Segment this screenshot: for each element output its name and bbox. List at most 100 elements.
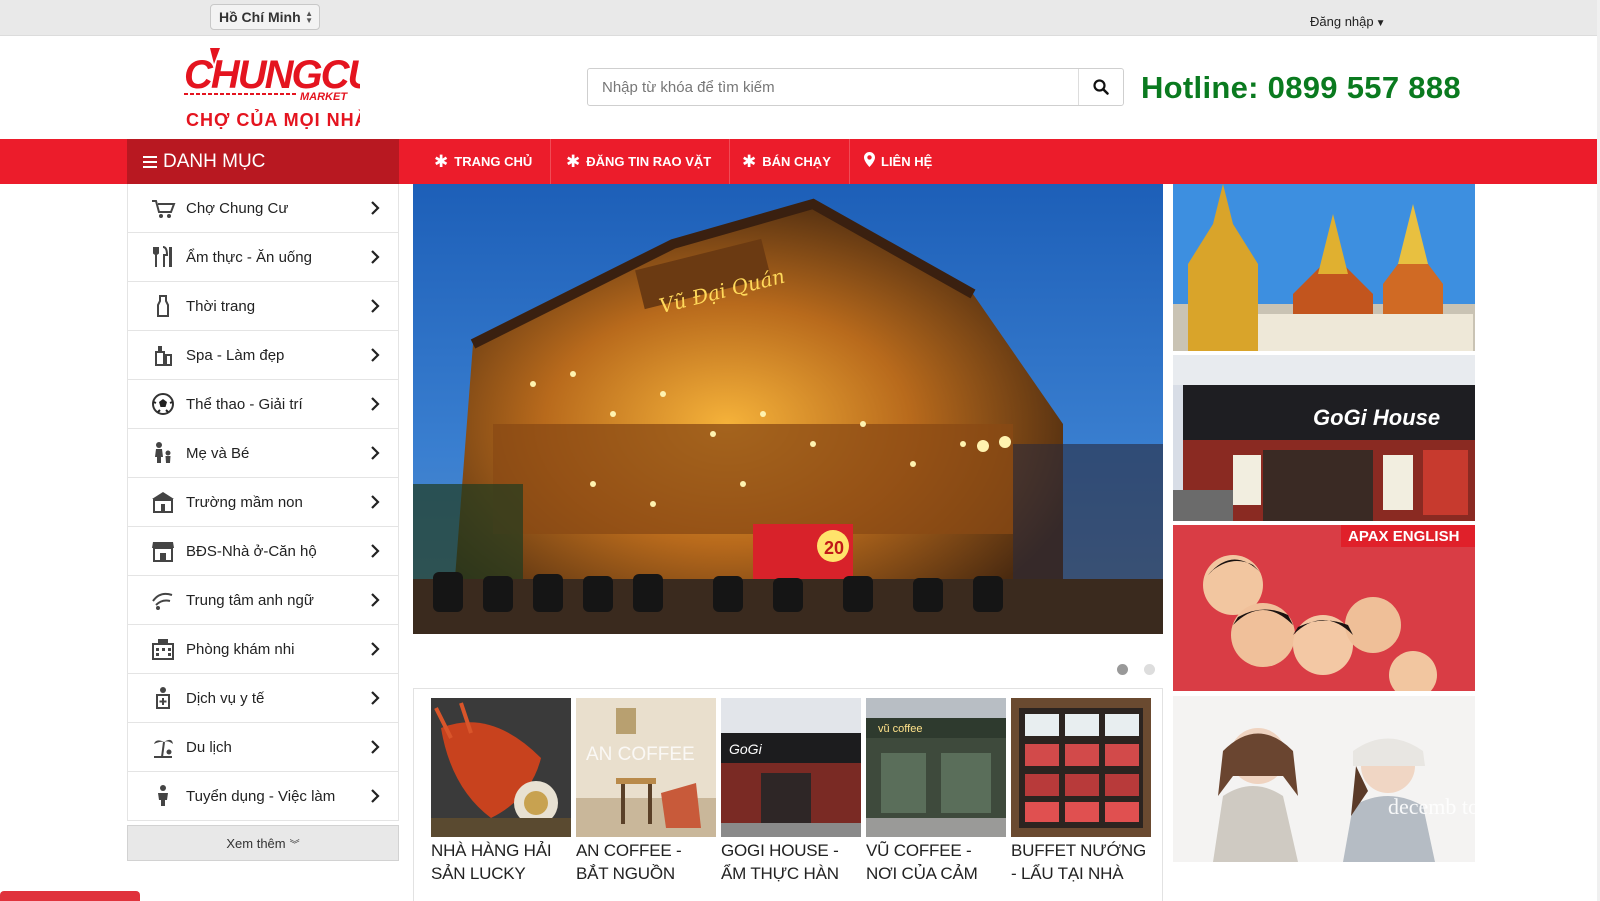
login-label: Đăng nhập	[1310, 14, 1374, 29]
slider-dot-1[interactable]	[1117, 664, 1128, 675]
chevron-right-icon	[371, 299, 380, 313]
travel-icon	[150, 734, 176, 760]
see-more-button[interactable]: Xem thêm ︾	[127, 825, 399, 861]
see-more-label: Xem thêm	[226, 835, 286, 851]
product-card[interactable]: NHÀ HÀNG HẢI SẢN LUCKY	[431, 698, 571, 885]
product-thumbnail: vũ coffee	[866, 698, 1006, 837]
category-item[interactable]: Mẹ và Bé	[127, 429, 399, 478]
category-menu-toggle[interactable]: DANH MỤC	[127, 139, 399, 184]
chevron-right-icon	[371, 544, 380, 558]
nav-home-label: TRANG CHỦ	[454, 154, 533, 169]
nav-best-selling-label: BÁN CHẠY	[762, 154, 831, 169]
category-label: Ẩm thực - Ăn uống	[186, 248, 312, 266]
product-thumbnail: AN COFFEE	[576, 698, 716, 837]
asterisk-icon: ✱	[742, 151, 757, 171]
product-thumbnail	[1011, 698, 1151, 837]
nav-post-ad-label: ĐĂNG TIN RAO VẶT	[586, 154, 712, 169]
chevron-right-icon	[371, 691, 380, 705]
logo-sub-text: MARKET	[300, 91, 348, 103]
category-item[interactable]: Ẩm thực - Ăn uống	[127, 233, 399, 282]
side-banner-temple[interactable]	[1173, 184, 1475, 351]
medical-icon	[150, 685, 176, 711]
category-item[interactable]: Phòng khám nhi	[127, 625, 399, 674]
chevron-right-icon	[371, 397, 380, 411]
store-icon	[150, 538, 176, 564]
map-marker-icon	[864, 151, 875, 172]
caret-down-icon: ▼	[1375, 18, 1386, 29]
hero-slider[interactable]: Vũ Đại Quán 20	[413, 184, 1163, 634]
category-label: Thời trang	[186, 297, 256, 315]
category-item[interactable]: Trung tâm anh ngữ	[127, 576, 399, 625]
thumb-caption: GoGi	[729, 741, 763, 757]
product-name: VŨ COFFEE - NƠI CỦA CẢM	[866, 841, 978, 883]
product-card[interactable]: GoGi GOGI HOUSE - ẨM THỰC HÀN	[721, 698, 861, 885]
category-menu-title: DANH MỤC	[163, 150, 266, 172]
site-logo[interactable]: CHUNGCU MARKET CHỢ CỦA MỌI NHÀ	[180, 42, 380, 132]
gogi-sign-text: GoGi House	[1313, 405, 1440, 430]
thumb-caption: vũ coffee	[878, 723, 922, 735]
category-item[interactable]: Trường mầm non	[127, 478, 399, 527]
product-name: GOGI HOUSE - ẨM THỰC HÀN	[721, 841, 839, 883]
category-item[interactable]: Spa - Làm đẹp	[127, 331, 399, 380]
category-item[interactable]: Tuyển dụng - Việc làm	[127, 772, 399, 821]
product-thumbnail	[431, 698, 571, 837]
category-label: Thể thao - Giải trí	[186, 395, 303, 413]
product-thumbnail: GoGi	[721, 698, 861, 837]
category-label: Du lịch	[186, 738, 232, 756]
nav-post-ad[interactable]: ✱ ĐĂNG TIN RAO VẶT	[550, 139, 731, 184]
floating-tab[interactable]	[0, 891, 140, 901]
featured-strip: NHÀ HÀNG HẢI SẢN LUCKY AN COFFEE AN COFF…	[413, 688, 1163, 901]
mother-baby-icon	[150, 440, 176, 466]
nav-contact-label: LIÊN HỆ	[881, 154, 933, 169]
hotline[interactable]: Hotline: 0899 557 888	[1141, 70, 1461, 106]
shopping-cart-icon	[150, 195, 176, 221]
search-box	[587, 68, 1124, 106]
thumb-caption: AN COFFEE	[586, 744, 695, 765]
apax-label: APAX ENGLISH	[1348, 528, 1459, 545]
chevron-right-icon	[371, 740, 380, 754]
nav-home[interactable]: ✱ TRANG CHỦ	[418, 139, 552, 184]
nav-contact[interactable]: LIÊN HỆ	[848, 139, 950, 184]
category-item[interactable]: Thời trang	[127, 282, 399, 331]
category-item[interactable]: Dịch vụ y tế	[127, 674, 399, 723]
category-sidebar: Chợ Chung Cư Ẩm thực - Ăn uống Thời trang S…	[127, 184, 399, 821]
side-banner-fashion[interactable]: decemb to reme	[1173, 696, 1475, 862]
product-name: NHÀ HÀNG HẢI SẢN LUCKY	[431, 841, 552, 883]
side-banner-apax[interactable]: APAX ENGLISH	[1173, 525, 1475, 691]
fashion-caption: decemb to reme	[1388, 794, 1475, 819]
double-chevron-down-icon: ︾	[289, 839, 300, 851]
asterisk-icon: ✱	[566, 151, 581, 171]
side-banner-gogi[interactable]: GoGi House	[1173, 355, 1475, 521]
category-item[interactable]: Chợ Chung Cư	[127, 184, 399, 233]
hero-image: Vũ Đại Quán 20	[413, 184, 1163, 634]
clothing-icon	[150, 293, 176, 319]
chevron-right-icon	[371, 348, 380, 362]
category-label: Trung tâm anh ngữ	[186, 591, 314, 609]
chevron-right-icon	[371, 201, 380, 215]
product-card[interactable]: vũ coffee VŨ COFFEE - NƠI CỦA CẢM	[866, 698, 1006, 885]
category-label: Trường mầm non	[186, 493, 303, 511]
category-item[interactable]: BĐS-Nhà ở-Căn hộ	[127, 527, 399, 576]
hero-banner-number: 20	[824, 538, 844, 558]
search-input[interactable]	[588, 69, 1078, 105]
login-link[interactable]: Đăng nhập ▼	[1310, 14, 1386, 29]
search-button[interactable]	[1078, 69, 1123, 105]
cosmetics-icon	[150, 342, 176, 368]
nav-best-selling[interactable]: ✱ BÁN CHẠY	[726, 139, 850, 184]
category-item[interactable]: Thể thao - Giải trí	[127, 380, 399, 429]
school-icon	[150, 489, 176, 515]
category-label: Phòng khám nhi	[186, 640, 295, 658]
slider-dot-2[interactable]	[1144, 664, 1155, 675]
chevron-right-icon	[371, 789, 380, 803]
category-item[interactable]: Du lịch	[127, 723, 399, 772]
chevron-right-icon	[371, 446, 380, 460]
chevron-right-icon	[371, 495, 380, 509]
product-card[interactable]: AN COFFEE AN COFFEE - BẮT NGUỒN	[576, 698, 716, 885]
soccer-ball-icon	[150, 391, 176, 417]
search-icon	[1093, 79, 1109, 95]
category-label: Tuyển dụng - Việc làm	[186, 787, 336, 805]
product-card[interactable]: BUFFET NƯỚNG - LẨU TẠI NHÀ	[1011, 698, 1151, 885]
clinic-icon	[150, 636, 176, 662]
city-select[interactable]: Hồ Chí Minh ▲ ▼	[210, 4, 320, 30]
chevron-right-icon	[371, 593, 380, 607]
